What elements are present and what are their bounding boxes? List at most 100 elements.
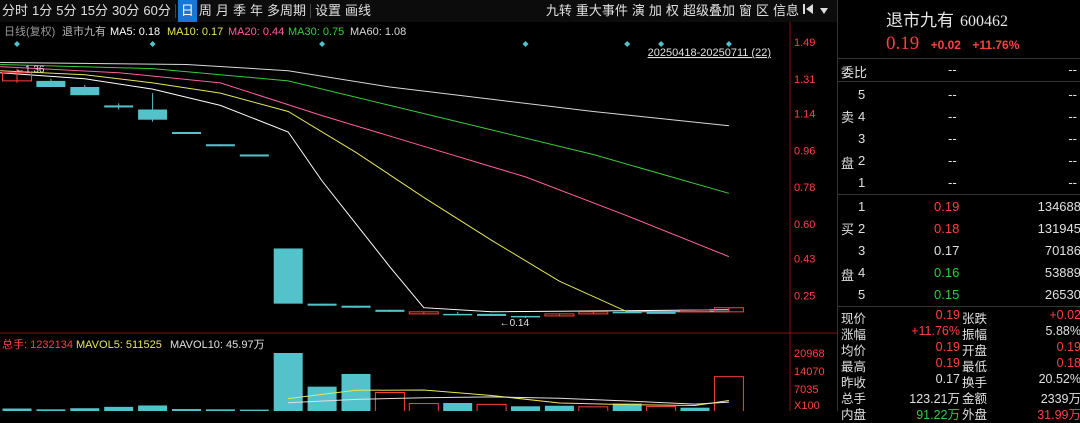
buy-level-row[interactable]: 4 0.16 53889 [838, 262, 1080, 284]
period-tab[interactable]: 画线 [343, 0, 373, 22]
buy-level-row[interactable]: 3 0.17 70186 [838, 240, 1080, 262]
sell-price: -- [948, 175, 957, 190]
buy-level-row[interactable]: 5 0.15 26530 [838, 284, 1080, 306]
candle-body [205, 144, 235, 147]
order-side-label: 买 [841, 222, 855, 237]
period-tab[interactable]: 月 [214, 0, 231, 22]
candle-body [70, 87, 100, 96]
chevron-down-icon[interactable] [817, 0, 831, 22]
toolbar-separator [174, 4, 176, 18]
stat-value: 5.88% [1045, 324, 1080, 338]
period-tab[interactable]: 30分 [110, 0, 141, 22]
volume-bar [511, 406, 540, 413]
sell-level-row[interactable]: 4 -- -- [838, 106, 1080, 128]
tool-menu-item[interactable]: 窗 [737, 0, 754, 22]
stat-row: 昨收 0.17 换手 20.52% [838, 372, 1080, 390]
current-price: 0.19 [886, 33, 920, 54]
sell-level-row[interactable]: 5 -- -- [838, 84, 1080, 106]
mavol5-legend: MAVOL5: 511525 [76, 339, 162, 351]
order-side-label: 盘 [841, 156, 855, 171]
kline-chart[interactable]: 日线(复权) 退市九有 MA5: 0.18 MA10: 0.17 MA20: 0.44 M… [0, 22, 837, 414]
stat-value: 0.19 [935, 340, 960, 354]
divider [838, 306, 1080, 307]
period-tab[interactable]: 设置 [313, 0, 343, 22]
period-tab[interactable]: 年 [248, 0, 265, 22]
tool-menu-item[interactable]: 权 [664, 0, 681, 22]
y-tick-label: 1.49 [794, 37, 815, 49]
candle-body [375, 309, 405, 312]
stat-value: 0.19 [1056, 340, 1080, 354]
tool-menu-item[interactable]: 超级叠加 [681, 0, 737, 22]
y-tick-label: 0.78 [794, 182, 815, 194]
tool-menu-item[interactable]: 区 [754, 0, 771, 22]
buy-price: 0.17 [934, 243, 960, 258]
buy-volume: 70186 [1044, 243, 1080, 258]
range-label: 20250418-20250711 (22) [648, 47, 771, 59]
stat-value: 91.22万 [916, 408, 960, 422]
tool-menu-item[interactable]: 信息 [771, 0, 801, 22]
sell-level: 1 [858, 175, 866, 190]
tool-menu-item[interactable]: 演 [630, 0, 647, 22]
y-tick-label: 0.96 [794, 145, 815, 157]
volume-bar [307, 386, 337, 413]
tool-menu-item[interactable]: 九转 [544, 0, 574, 22]
volume-bar [138, 405, 168, 413]
tool-menu-item[interactable]: 加 [647, 0, 664, 22]
candle-body [477, 313, 507, 316]
volume-y-tick: 14070 [794, 366, 825, 378]
candle-body [138, 109, 168, 120]
candle-body [36, 80, 66, 88]
buy-level: 4 [858, 265, 866, 280]
stat-label: 外盘 [962, 408, 988, 422]
buy-volume: 53889 [1044, 265, 1080, 280]
stat-row: 总手 123.21万 金额 2339万 [838, 388, 1080, 406]
stat-label: 内盘 [841, 408, 867, 422]
legend-stock-name: 退市九有 [62, 24, 106, 38]
toolbar-separator [309, 4, 311, 18]
weibi-label: 委比 [841, 65, 868, 80]
buy-price: 0.18 [934, 221, 960, 236]
period-tab[interactable]: 周 [197, 0, 214, 22]
divider [838, 194, 1080, 195]
tool-menu: 九转 重大事件演加权超级叠加窗区信息 [544, 0, 831, 22]
period-tab[interactable]: 多周期 [265, 0, 308, 22]
sell-level-row[interactable]: 2 -- -- [838, 150, 1080, 172]
stat-value: +0.02 [1049, 308, 1080, 322]
high-annotation: ←1.36 [15, 65, 45, 76]
buy-level-row[interactable]: 2 0.18 131945 [838, 218, 1080, 240]
tool-menu-item[interactable]: 重大事件 [574, 0, 630, 22]
candle-body [307, 303, 337, 306]
sell-level-row[interactable]: 1 -- -- [838, 172, 1080, 194]
period-tab[interactable]: 1分 [30, 0, 54, 22]
buy-price: 0.15 [934, 287, 960, 302]
period-tab[interactable]: 日 [177, 0, 197, 22]
candle-body [104, 105, 134, 108]
stock-name: 退市九有 [886, 11, 954, 30]
period-tab[interactable]: 60分 [141, 0, 172, 22]
price-change: +0.02 [930, 38, 961, 52]
divider [838, 81, 1080, 82]
buy-level-row[interactable]: 1 0.19 134688 [838, 196, 1080, 218]
volume-total: 总手: 1232134 [2, 337, 73, 351]
stat-value: 0.19 [935, 308, 960, 322]
sell-level-row[interactable]: 3 -- -- [838, 128, 1080, 150]
ma-legend-item: MA60: 1.08 [350, 26, 406, 38]
weibi-value: -- [948, 62, 957, 77]
pin-icon[interactable] [801, 0, 817, 22]
buy-volume: 134688 [1037, 199, 1080, 214]
buy-volume: 26530 [1044, 287, 1080, 302]
kline-chart-area[interactable]: 日线(复权) 退市九有 MA5: 0.18 MA10: 0.17 MA20: 0.44 M… [0, 22, 837, 414]
sell-level: 4 [858, 109, 866, 124]
buy-level: 2 [858, 221, 866, 236]
buy-price: 0.16 [934, 265, 960, 280]
period-tab[interactable]: 分时 [0, 0, 30, 22]
period-tab[interactable]: 季 [231, 0, 248, 22]
stat-row: 内盘 91.22万 外盘 31.99万 [838, 404, 1080, 422]
y-tick-label: 0.25 [794, 290, 815, 302]
stat-row: 均价 0.19 开盘 0.19 [838, 340, 1080, 358]
period-tab[interactable]: 15分 [78, 0, 109, 22]
order-side-label: 卖 [841, 110, 855, 125]
stock-code: 600462 [960, 13, 1008, 30]
period-tab[interactable]: 5分 [54, 0, 78, 22]
sell-level: 3 [858, 131, 866, 146]
